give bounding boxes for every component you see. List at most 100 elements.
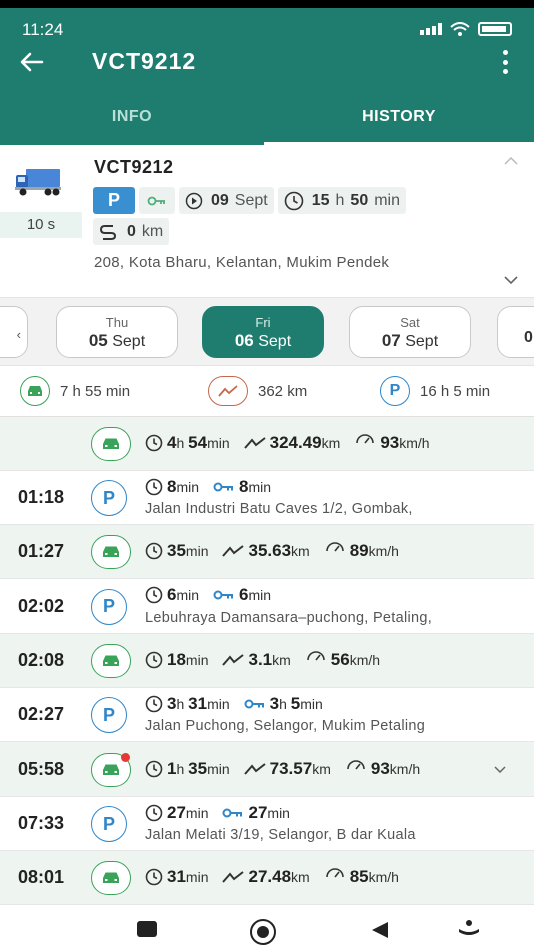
row-time: 01:18 bbox=[18, 487, 65, 507]
trip-distance: 3.1km bbox=[222, 650, 291, 670]
date-dow: Thu bbox=[105, 315, 129, 330]
drive-minutes: 55 bbox=[85, 382, 102, 400]
trip-max-speed: 93km/h bbox=[354, 433, 430, 453]
trip-stats: 18min 3.1km 56km/h bbox=[145, 650, 380, 670]
page-title: VCT9212 bbox=[92, 48, 197, 74]
clock-icon bbox=[145, 542, 163, 560]
key-icon bbox=[222, 808, 243, 818]
stop-row[interactable]: 01:18 P 8min 8min Jalan Industri Batu Caves … bbox=[0, 471, 534, 525]
parking-icon: P bbox=[380, 376, 410, 406]
key-icon bbox=[213, 590, 234, 600]
date-pill-sat[interactable]: Sat 07 Sept bbox=[349, 306, 471, 358]
date-day: 09 bbox=[211, 191, 229, 209]
back-arrow-icon[interactable] bbox=[16, 46, 48, 78]
parking-icon: P bbox=[91, 697, 127, 733]
max-speed-icon bbox=[306, 651, 325, 661]
parking-icon: P bbox=[91, 480, 127, 516]
home-button[interactable] bbox=[250, 919, 276, 945]
top-strip bbox=[0, 0, 534, 8]
clock-icon bbox=[145, 804, 163, 822]
duration-hours: 15 bbox=[311, 191, 330, 209]
stop-address: Lebuhraya Damansara–puchong, Petaling, bbox=[145, 610, 433, 626]
recent-apps-button[interactable] bbox=[137, 921, 157, 937]
stop-row[interactable]: 07:33 P 27min 27min Jalan Melati 3/19, Selan… bbox=[0, 797, 534, 851]
play-circle-icon bbox=[185, 192, 203, 209]
stop-address: Jalan Melati 3/19, Selangor, B dar Kuala bbox=[145, 827, 416, 843]
wifi-icon bbox=[450, 22, 470, 36]
more-menu-icon[interactable] bbox=[500, 50, 510, 74]
distance-unit: km bbox=[141, 222, 164, 240]
trip-row[interactable]: 01:27 35min 35.63km 89km/h bbox=[0, 525, 534, 579]
distance-trend-icon bbox=[222, 871, 245, 883]
trip-row[interactable]: 02:08 18min 3.1km 56km/h bbox=[0, 634, 534, 688]
max-speed-icon bbox=[356, 434, 375, 444]
date-pill-previous[interactable]: ‹ bbox=[0, 306, 28, 358]
parking-icon: P bbox=[91, 806, 127, 842]
stop-stats: 8min 8min bbox=[145, 477, 271, 497]
duration-chip: 15 h 50 min bbox=[277, 187, 406, 214]
row-time: 07:33 bbox=[18, 813, 65, 833]
duration-minutes-unit: min bbox=[374, 191, 400, 209]
chevron-down-icon[interactable] bbox=[504, 276, 518, 284]
row-time: 02:08 bbox=[18, 650, 65, 670]
max-speed-icon bbox=[325, 868, 344, 878]
car-icon bbox=[20, 376, 50, 406]
vehicle-address: 208, Kota Bharu, Kelantan, Mukim Pendek bbox=[94, 254, 390, 271]
parked-status-badge: P bbox=[93, 187, 135, 214]
date-month: Sept bbox=[234, 191, 268, 209]
key-icon bbox=[244, 699, 264, 709]
date-pill-thu[interactable]: Thu 05 Sept bbox=[56, 306, 178, 358]
clock-icon bbox=[284, 191, 304, 210]
stop-address: Jalan Industri Batu Caves 1/2, Gombak, bbox=[145, 501, 413, 517]
stop-row[interactable]: 02:02 P 6min 6min Lebuhraya Damansara–puchon… bbox=[0, 579, 534, 634]
stop-ignition-time: 6min bbox=[213, 585, 271, 605]
clock-icon bbox=[145, 695, 163, 713]
stop-duration: 3h 31min bbox=[145, 694, 230, 714]
trip-duration: 31min bbox=[145, 867, 208, 887]
stop-address: Jalan Puchong, Selangor, Mukim Petaling bbox=[145, 718, 426, 734]
trip-stats: 1h 35min 73.57km 93km/h bbox=[145, 759, 420, 779]
vehicle-card[interactable]: 10 s VCT9212 P 09 Sept 15 h 50 min 0 km … bbox=[0, 145, 534, 297]
stop-stats: 27min 27min bbox=[145, 803, 290, 823]
summary-park: P 16 h 5 min bbox=[380, 376, 490, 406]
drive-icon bbox=[91, 535, 131, 569]
stop-duration: 8min bbox=[145, 477, 199, 497]
trip-distance: 324.49km bbox=[243, 433, 340, 453]
clock-icon bbox=[145, 651, 163, 669]
date-pill-fri[interactable]: Fri 06 Sept bbox=[202, 306, 324, 358]
trip-row[interactable]: 4h 54min 324.49km 93km/h bbox=[0, 417, 534, 471]
trip-row[interactable]: 08:01 31min 27.48km 85km/h bbox=[0, 851, 534, 905]
key-icon bbox=[147, 196, 165, 205]
park-hours-unit: h bbox=[440, 382, 450, 400]
back-button[interactable] bbox=[370, 921, 390, 939]
car-icon bbox=[103, 655, 119, 666]
chevron-down-icon[interactable] bbox=[494, 765, 506, 773]
trip-duration: 4h 54min bbox=[145, 433, 230, 453]
tab-history[interactable]: HISTORY bbox=[264, 108, 534, 126]
tab-info[interactable]: INFO bbox=[0, 108, 264, 126]
date-pill-next[interactable]: 0 bbox=[497, 306, 534, 358]
date-month: Sept bbox=[112, 333, 146, 350]
date-month: Sept bbox=[258, 333, 292, 350]
drive-icon bbox=[91, 644, 131, 678]
clock-icon bbox=[145, 868, 163, 886]
route-icon bbox=[99, 224, 117, 240]
date-month: Sept bbox=[405, 333, 439, 350]
status-time: 11:24 bbox=[22, 20, 64, 39]
park-minutes-unit: min bbox=[465, 382, 491, 400]
chevron-up-icon[interactable] bbox=[504, 157, 518, 165]
date-selector: ‹ Thu 05 Sept Fri 06 Sept Sat 07 Sept 0 bbox=[0, 297, 534, 366]
vehicle-status-chips: P 09 Sept 15 h 50 min bbox=[93, 187, 406, 214]
stop-row[interactable]: 02:27 P 3h 31min 3h 5min Jalan Puchong, Sela… bbox=[0, 688, 534, 742]
trip-stats: 31min 27.48km 85km/h bbox=[145, 867, 399, 887]
system-nav-bar bbox=[0, 905, 534, 950]
accessibility-icon[interactable] bbox=[457, 919, 481, 941]
clock-icon bbox=[145, 760, 163, 777]
stop-ignition-time: 27min bbox=[222, 803, 290, 823]
trip-max-speed: 56km/h bbox=[305, 650, 380, 670]
trip-row[interactable]: 05:58 1h 35min 73.57km 93km/h bbox=[0, 742, 534, 797]
stop-stats: 3h 31min 3h 5min bbox=[145, 694, 323, 714]
trip-distance: 73.57km bbox=[243, 759, 331, 779]
stop-ignition-time: 8min bbox=[213, 477, 271, 497]
duration-hours-unit: h bbox=[335, 191, 345, 209]
